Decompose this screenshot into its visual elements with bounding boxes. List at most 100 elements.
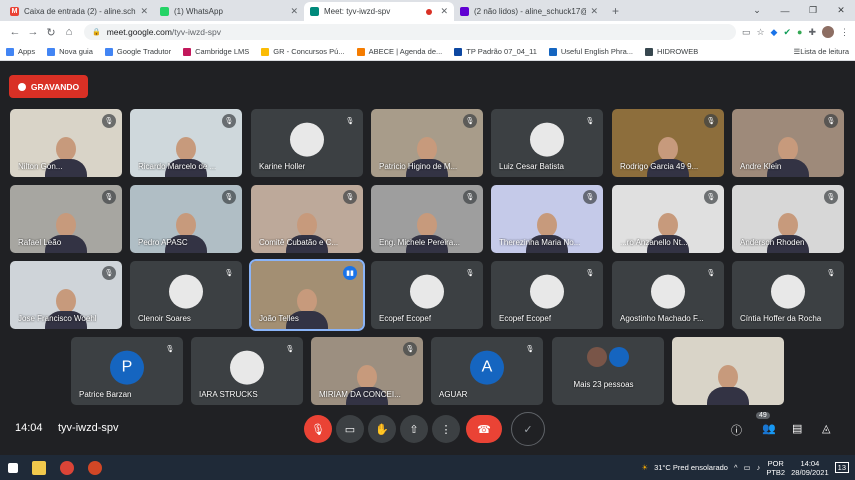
bookmark-item[interactable]: Nova guia (47, 47, 93, 56)
language-indicator[interactable]: POR PTB2 (766, 459, 785, 477)
tab-close-icon[interactable]: ✕ (590, 6, 598, 17)
browser-tab[interactable]: M Caixa de entrada (2) - aline.schuc ✕ (4, 2, 154, 21)
bookmark-favicon-icon (356, 47, 365, 56)
present-button[interactable]: ⇧ (400, 415, 428, 443)
chat-button[interactable]: ▤ (792, 422, 802, 435)
extension-green-icon[interactable]: ● (797, 27, 802, 37)
chrome-taskbar-icon[interactable] (60, 460, 74, 475)
mic-muted-icon: 🎙 (824, 266, 838, 280)
participant-tile[interactable]: Ricardo Marcelo de ... 🎙 (130, 109, 242, 177)
home-icon[interactable]: ⌂ (60, 26, 78, 38)
bookmark-item[interactable]: TP Padrão 07_04_11 (454, 47, 537, 56)
leave-call-button[interactable]: ☎ (466, 415, 502, 443)
participant-tile[interactable]: Ecopef Ecopef 🎙 (491, 261, 603, 329)
participant-tile[interactable]: Rodrigo Garcia 49 9... 🎙 (612, 109, 724, 177)
tab-close-icon[interactable]: ✕ (440, 6, 448, 17)
participant-tile[interactable]: Anderson Rhoden 🎙 (732, 185, 844, 253)
participant-tile[interactable]: Cíntia Hoffer da Rocha 🎙 (732, 261, 844, 329)
url-host: meet.google.com (106, 27, 172, 37)
bookmark-label: ABECE | Agenda de... (368, 47, 443, 56)
bookmark-item[interactable]: Google Tradutor (104, 47, 171, 56)
participant-tile[interactable]: P Patrice Barzan 🎙 (71, 337, 183, 405)
browser-tab[interactable]: (1) WhatsApp ✕ (154, 2, 304, 21)
participant-tile[interactable]: Ecopef Ecopef 🎙 (371, 261, 483, 329)
reading-list-label: Lista de leitura (800, 47, 849, 56)
tab-title: Meet: tyv-iwzd-spv (324, 7, 391, 16)
bookmark-star-icon[interactable]: ☆ (756, 27, 764, 38)
participant-tile[interactable]: Clenoir Soares 🎙 (130, 261, 242, 329)
participant-tile[interactable]: Patricio Higino de M... 🎙 (371, 109, 483, 177)
forward-icon[interactable]: → (24, 26, 42, 38)
bookmark-item[interactable]: Useful English Phra... (548, 47, 633, 56)
participant-tile[interactable]: Rafael Leão 🎙 (10, 185, 122, 253)
camera-permission-icon[interactable]: ▭ (742, 27, 751, 38)
participant-tile[interactable]: MIRIAM DA CONCEI... 🎙 (311, 337, 423, 405)
weather-text[interactable]: 31°C Pred ensolarado (654, 463, 728, 472)
participant-tile[interactable]: IARA STRUCKS 🎙 (191, 337, 303, 405)
participant-name: IARA STRUCKS (199, 390, 258, 399)
url-field[interactable]: 🔒 meet.google.com/tyv-iwzd-spv (84, 24, 736, 40)
more-options-button[interactable]: ⋮ (432, 415, 460, 443)
participant-tile[interactable]: Andre Klein 🎙 (732, 109, 844, 177)
camera-button[interactable]: ▭ (336, 415, 364, 443)
participant-tile[interactable]: ...ro Anzanello Nt... 🎙 (612, 185, 724, 253)
tab-close-icon[interactable]: ✕ (290, 6, 298, 17)
tab-recording-icon (426, 8, 433, 15)
tab-search-icon[interactable]: ⌄ (743, 5, 771, 16)
reading-list-button[interactable]: ☰ Lista de leitura (793, 47, 849, 56)
participant-tile[interactable]: Luiz Cesar Batista 🎙 (491, 109, 603, 177)
network-icon[interactable]: ▭ (744, 463, 751, 472)
bookmark-item[interactable]: Cambridge LMS (183, 47, 249, 56)
extension-shield-icon[interactable]: ◆ (771, 27, 778, 38)
mic-off-button[interactable]: 🎙 (304, 415, 332, 443)
browser-tab[interactable]: Meet: tyv-iwzd-spv ✕ (304, 2, 454, 21)
info-button[interactable]: ⓘ (731, 422, 742, 438)
tray-chevron-icon[interactable]: ^ (734, 463, 738, 472)
meet-stage: GRAVANDO Nilton Gon... 🎙 Ricardo Marcelo d… (0, 61, 855, 455)
recording-indicator[interactable]: GRAVANDO (9, 75, 88, 98)
extension-check-icon[interactable]: ✔ (783, 27, 791, 38)
minimize-button[interactable]: — (771, 6, 799, 16)
back-icon[interactable]: ← (6, 26, 24, 38)
participant-tile[interactable]: Karine Holler 🎙 (251, 109, 363, 177)
maximize-button[interactable]: ❐ (799, 5, 827, 16)
file-explorer-icon[interactable] (32, 460, 46, 475)
reload-icon[interactable]: ↻ (42, 26, 60, 39)
tab-close-icon[interactable]: ✕ (140, 6, 148, 17)
windows-start-icon[interactable] (8, 462, 18, 473)
participant-tile[interactable]: Jose Francisco Woehl 🎙 (10, 261, 122, 329)
volume-icon[interactable]: ♪ (757, 463, 761, 472)
bookmark-item[interactable]: HIDROWEB (645, 47, 698, 56)
mic-off-icon: 🎙 (311, 423, 325, 436)
participant-tile[interactable]: João Telles ▮▮ (249, 259, 365, 331)
bookmark-item[interactable]: GR - Concursos Pú... (261, 47, 345, 56)
activities-button[interactable]: ◬ (822, 422, 830, 435)
participant-name: ...ro Anzanello Nt... (620, 238, 688, 247)
people-button[interactable]: 49 👥 (756, 412, 776, 435)
participant-tile[interactable]: Comitê Cubatão e C... 🎙 (251, 185, 363, 253)
participant-tile[interactable]: Pedro APASC 🎙 (130, 185, 242, 253)
bookmark-label: Useful English Phra... (560, 47, 633, 56)
close-window-button[interactable]: ✕ (827, 5, 855, 16)
powerpoint-taskbar-icon[interactable] (88, 460, 102, 475)
participant-tile[interactable]: Nilton Gon... 🎙 (10, 109, 122, 177)
menu-dots-icon[interactable]: ⋮ (840, 27, 849, 38)
participant-tile[interactable] (672, 337, 784, 405)
tab-title: (1) WhatsApp (174, 7, 223, 16)
profile-avatar[interactable] (822, 26, 834, 38)
raise-hand-button[interactable]: ✋ (368, 415, 396, 443)
taskbar-clock[interactable]: 14:04 28/09/2021 (791, 459, 829, 477)
participant-tile[interactable]: Therezinha Maria No... 🎙 (491, 185, 603, 253)
participant-tile[interactable]: Mais 23 pessoas (552, 337, 664, 405)
puzzle-icon[interactable]: ✚ (808, 27, 816, 38)
participant-tile[interactable]: Agostinho Machado F... 🎙 (612, 261, 724, 329)
browser-tab[interactable]: (2 não lidos) - aline_schuck17@y ✕ (454, 2, 604, 21)
address-bar-row: ← → ↻ ⌂ 🔒 meet.google.com/tyv-iwzd-spv ▭… (0, 21, 855, 43)
bookmark-item[interactable]: ABECE | Agenda de... (356, 47, 443, 56)
participant-tile[interactable]: A AGUAR 🎙 (431, 337, 543, 405)
weather-sun-icon: ☀ (641, 463, 649, 472)
notification-icon[interactable]: 13 (834, 462, 849, 473)
participant-tile[interactable]: Eng. Michele Pereira... 🎙 (371, 185, 483, 253)
bookmark-item[interactable]: Apps (6, 47, 35, 56)
new-tab-button[interactable]: + (612, 4, 619, 18)
